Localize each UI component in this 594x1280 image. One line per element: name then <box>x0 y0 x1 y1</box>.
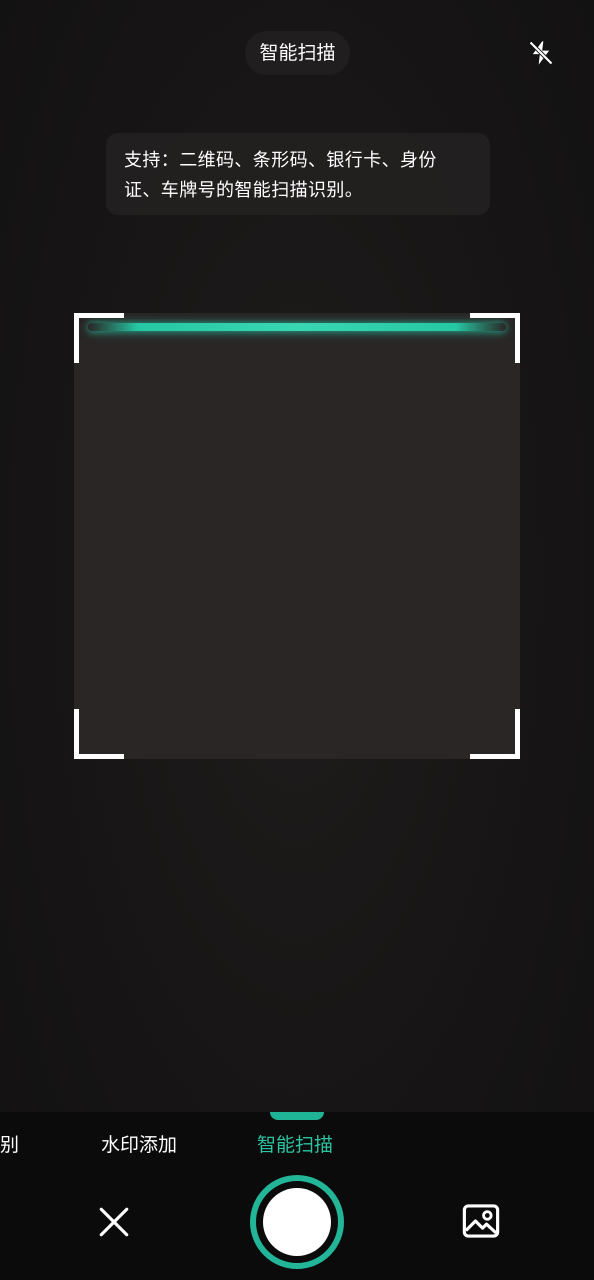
scanner-screen: 智能扫描 支持：二维码、条形码、银行卡、身份证、车牌号的智能扫描识别。 识别 水… <box>0 0 594 1280</box>
scan-corner-top-right <box>470 313 520 363</box>
supported-types-hint: 支持：二维码、条形码、银行卡、身份证、车牌号的智能扫描识别。 <box>106 133 490 215</box>
gallery-button[interactable] <box>460 1200 502 1242</box>
page-title: 智能扫描 <box>245 31 350 75</box>
close-icon <box>99 1207 129 1237</box>
scan-frame <box>74 313 520 759</box>
mode-tab-smart-scan[interactable]: 智能扫描 <box>257 1130 333 1160</box>
scan-corner-bottom-left <box>74 709 124 759</box>
shutter-button[interactable] <box>250 1175 344 1269</box>
flash-toggle-button[interactable] <box>518 32 564 74</box>
scan-corner-bottom-right <box>470 709 520 759</box>
mode-tab-recognize[interactable]: 识别 <box>0 1130 19 1160</box>
bottom-control-bar: 识别 水印添加 智能扫描 <box>0 1112 594 1280</box>
scan-corner-top-left <box>74 313 124 363</box>
gallery-icon <box>462 1204 500 1238</box>
scan-line <box>88 323 506 331</box>
active-mode-indicator <box>270 1112 324 1120</box>
flash-off-icon <box>529 41 553 65</box>
mode-tab-watermark[interactable]: 水印添加 <box>101 1130 177 1160</box>
close-button[interactable] <box>92 1200 136 1244</box>
shutter-icon <box>263 1188 331 1256</box>
